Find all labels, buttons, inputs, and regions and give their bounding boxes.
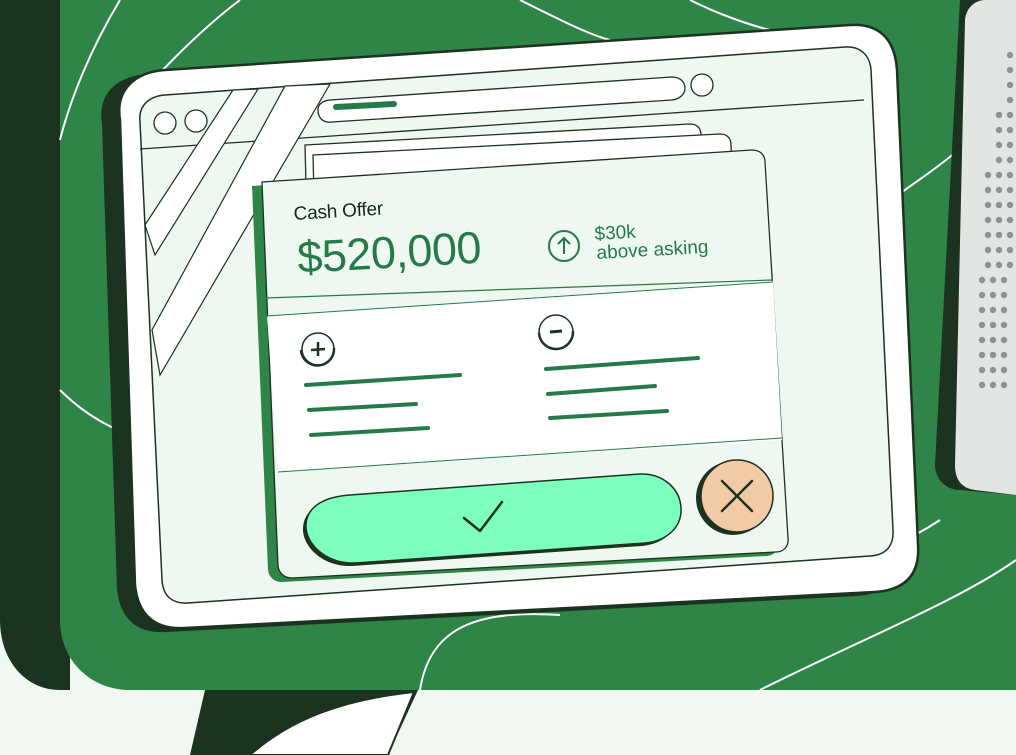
speaker-dot <box>984 186 992 194</box>
illustration-scene: Cash Offer $520,000 $30k above asking <box>0 0 1016 755</box>
speaker-dot <box>1006 216 1014 224</box>
speaker-dot <box>984 171 992 179</box>
speaker-dot <box>984 261 992 269</box>
speaker-dot <box>1006 201 1014 209</box>
speaker-dot <box>989 366 997 374</box>
speaker-dot <box>989 321 997 329</box>
speaker-dot <box>978 366 986 374</box>
speaker-dot <box>995 216 1003 224</box>
speaker-dot <box>995 261 1003 269</box>
speaker-dot <box>1006 96 1014 104</box>
speaker-dot <box>1000 321 1008 329</box>
speaker-dot <box>989 276 997 284</box>
speaker-dot <box>978 381 986 389</box>
speaker-dot <box>978 321 986 329</box>
speaker-dot <box>995 156 1003 164</box>
speaker-dot <box>1000 366 1008 374</box>
speaker-dot <box>995 231 1003 239</box>
speaker-dot <box>1006 51 1014 59</box>
speaker-dot <box>1000 381 1008 389</box>
speaker-dot <box>995 186 1003 194</box>
illustration-graphics <box>0 0 1016 755</box>
offer-amount: $520,000 <box>296 221 483 283</box>
speaker-dot <box>1000 291 1008 299</box>
speaker-dot <box>1006 111 1014 119</box>
speaker-dot <box>995 246 1003 254</box>
speaker-dot <box>978 291 986 299</box>
speaker-dot <box>984 201 992 209</box>
speaker-dot <box>989 306 997 314</box>
speaker-dot <box>1006 261 1014 269</box>
speaker-dot <box>989 336 997 344</box>
speaker-dot <box>989 291 997 299</box>
speaker-dot <box>995 111 1003 119</box>
speaker-dot <box>1000 276 1008 284</box>
speaker-dot <box>984 231 992 239</box>
plus-icon <box>299 332 336 367</box>
speaker-dot <box>1006 141 1014 149</box>
minus-icon <box>537 314 575 351</box>
arrow-up-icon <box>548 230 580 262</box>
speaker-dot <box>1006 231 1014 239</box>
speaker-dot <box>1006 171 1014 179</box>
speaker-dot <box>978 336 986 344</box>
speaker-dot <box>1000 336 1008 344</box>
speaker-dot <box>1006 66 1014 74</box>
speaker-dot <box>995 201 1003 209</box>
speaker-dot <box>1006 81 1014 89</box>
speaker-dot <box>978 351 986 359</box>
speaker-dot <box>995 141 1003 149</box>
speaker-dot <box>1006 246 1014 254</box>
monitor-stand <box>190 690 418 755</box>
speaker-dot <box>1006 126 1014 134</box>
speaker-dot <box>978 276 986 284</box>
speaker-dot <box>989 381 997 389</box>
speaker-dot <box>984 246 992 254</box>
speaker-dot <box>1006 186 1014 194</box>
monitor-shadow <box>0 0 70 690</box>
speaker-dot <box>989 351 997 359</box>
speaker-dot <box>995 126 1003 134</box>
speaker-dot <box>1000 306 1008 314</box>
speaker-dot <box>995 171 1003 179</box>
speaker-dot <box>1006 156 1014 164</box>
speaker-dot <box>978 306 986 314</box>
speaker-dot <box>1000 351 1008 359</box>
speaker-dot <box>984 216 992 224</box>
